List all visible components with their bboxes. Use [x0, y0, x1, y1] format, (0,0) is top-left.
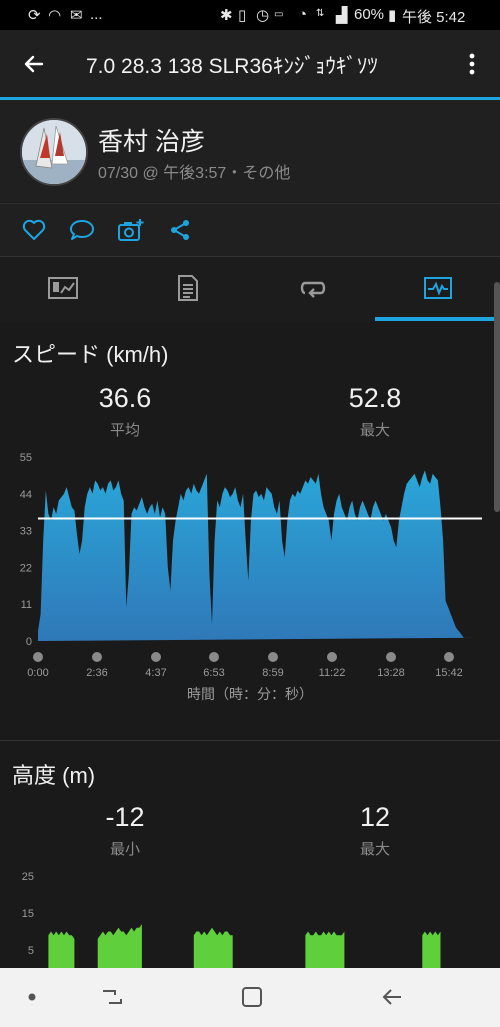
more-notifications: ... — [90, 6, 103, 23]
clock: 午後 5:42 — [402, 9, 466, 26]
tab-charts[interactable] — [375, 257, 500, 319]
speed-x-tick-marker[interactable] — [268, 652, 278, 662]
like-button[interactable] — [16, 212, 52, 248]
section-divider — [0, 740, 500, 741]
speed-x-tick-marker[interactable] — [327, 652, 337, 662]
arrow-left-icon — [24, 55, 44, 73]
mail-icon: ✉ — [70, 7, 83, 24]
home-button[interactable] — [232, 980, 272, 1014]
tab-details[interactable] — [125, 257, 250, 319]
app-bar: 7.0 28.3 138 SLR36ｷﾝｼﾞｮｳｷﾞｿﾂ — [0, 30, 500, 97]
signal-icon: ▟ — [336, 7, 348, 24]
share-button[interactable] — [162, 212, 198, 248]
speed-x-tick: 2:36 — [86, 667, 107, 679]
speed-x-tick-marker[interactable] — [386, 652, 396, 662]
speed-x-tick-marker[interactable] — [33, 652, 43, 662]
share-icon — [171, 220, 189, 240]
tab-summary[interactable] — [0, 257, 125, 319]
altitude-y-tick: 5 — [28, 945, 34, 957]
heart-icon — [22, 219, 46, 240]
comment-icon — [70, 220, 94, 240]
lte-icon: ⇅ — [316, 8, 325, 19]
recent-apps-button[interactable] — [92, 980, 132, 1014]
battery-percent: 60% — [354, 6, 385, 23]
speed-avg-value: 36.6 — [98, 383, 152, 413]
document-icon — [177, 275, 198, 301]
add-photo-button[interactable] — [113, 212, 149, 248]
tab-laps[interactable] — [250, 257, 375, 319]
speed-y-tick: 44 — [20, 489, 32, 501]
alarm-icon: ◷ — [256, 7, 270, 24]
speed-x-tick: 8:59 — [262, 667, 283, 679]
avatar-photo — [22, 120, 86, 184]
bluetooth-icon: ✱ — [220, 7, 233, 24]
speed-x-tick-marker[interactable] — [151, 652, 161, 662]
activity-meta: 07/30 @ 午後3:57・その他 — [98, 165, 291, 182]
speed-section-title: スピード (km/h) — [12, 342, 169, 367]
loop-icon — [300, 281, 325, 298]
camera-plus-icon — [118, 219, 144, 241]
nfc-icon: ▭ — [274, 9, 284, 20]
altitude-y-tick: 25 — [22, 871, 34, 883]
speed-y-tick: 55 — [20, 452, 32, 464]
system-nav-bar — [0, 968, 500, 1027]
altitude-chart[interactable]: 5 15 25 — [0, 866, 500, 968]
speed-x-axis-label: 時間（時：分：秒） — [187, 686, 313, 702]
speed-x-tick-marker[interactable] — [209, 652, 219, 662]
speed-x-tick: 0:00 — [27, 667, 48, 679]
speed-y-tick: 22 — [20, 562, 32, 574]
speed-x-tick: 15:42 — [435, 667, 463, 679]
speed-area-series — [38, 470, 480, 641]
activity-header: 香村 治彦 07/30 @ 午後3:57・その他 — [0, 100, 500, 202]
altitude-max-value: 12 — [359, 802, 391, 832]
altitude-min-label: 最小 — [109, 841, 140, 858]
chart-pulse-icon — [423, 277, 452, 299]
sync-icon: ⟳ — [28, 7, 41, 24]
action-row — [0, 203, 500, 256]
activity-title: 7.0 28.3 138 SLR36ｷﾝｼﾞｮｳｷﾞｿﾂ — [86, 55, 378, 78]
speed-x-tick: 13:28 — [377, 667, 405, 679]
speed-max-label: 最大 — [359, 422, 390, 439]
back-button[interactable] — [10, 42, 58, 86]
speed-x-tick: 11:22 — [319, 667, 346, 679]
recents-icon — [103, 990, 122, 1004]
status-bar: ⟳ ◠ ✉ ... ✱ ▯ ◷ ▭ ◔ ⇅ ▟ 60% ▮ 午後 5:42 — [0, 0, 500, 30]
speed-x-tick-marker[interactable] — [444, 652, 454, 662]
dot-icon — [28, 993, 36, 1001]
active-tab-indicator — [375, 317, 495, 321]
avatar[interactable] — [20, 118, 88, 186]
tab-bar — [0, 256, 500, 323]
speed-x-tick-marker[interactable] — [92, 652, 102, 662]
speed-y-tick: 33 — [20, 526, 32, 538]
speed-x-tick: 4:37 — [145, 667, 166, 679]
summary-card-icon — [47, 277, 78, 299]
more-vert-icon — [469, 53, 475, 75]
altitude-min-value: -12 — [105, 802, 145, 832]
altitude-area-series — [48, 924, 441, 968]
battery-icon: ▮ — [388, 7, 397, 24]
back-nav-button[interactable] — [372, 980, 412, 1014]
comment-button[interactable] — [64, 212, 100, 248]
nav-dot-button[interactable] — [15, 982, 49, 1012]
speed-y-tick: 11 — [21, 599, 32, 611]
speed-chart[interactable]: 0 11 22 33 44 55 0:00 2:36 4:37 6:53 8:59 11:22 13:… — [0, 445, 500, 710]
altitude-max-label: 最大 — [359, 841, 390, 858]
home-square-icon — [242, 987, 262, 1007]
wifi-call-icon: ◠ — [48, 7, 62, 24]
altitude-section-title: 高度 (m) — [12, 763, 96, 788]
speed-max-value: 52.8 — [348, 383, 402, 413]
speed-x-tick: 6:53 — [203, 667, 224, 679]
speed-y-tick: 0 — [26, 636, 32, 648]
overflow-menu-button[interactable] — [452, 42, 492, 86]
altitude-y-tick: 15 — [22, 908, 34, 920]
wifi-icon: ◔ — [298, 6, 308, 23]
vibrate-icon: ▯ — [238, 7, 247, 24]
back-arrow-icon — [382, 989, 401, 1005]
athlete-name[interactable]: 香村 治彦 — [98, 122, 205, 158]
speed-avg-label: 平均 — [109, 422, 140, 439]
